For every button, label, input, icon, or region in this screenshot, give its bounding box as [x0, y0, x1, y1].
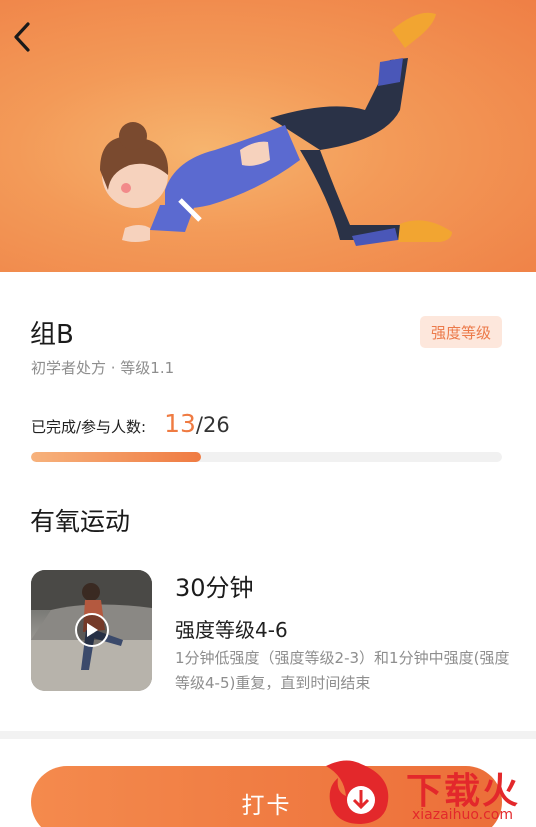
hero-banner — [0, 0, 536, 272]
watermark-url: xiazaihuo.com — [412, 807, 513, 823]
section-divider — [0, 731, 536, 739]
progress-bar-fill — [31, 452, 201, 462]
progress-label: 已完成/参与人数: — [31, 418, 147, 436]
back-button[interactable] — [6, 18, 40, 58]
watermark-logo — [326, 760, 389, 824]
participant-count: 26 — [203, 413, 230, 437]
progress-bar — [31, 452, 502, 462]
exercise-intensity: 强度等级4-6 — [175, 618, 288, 642]
exercise-duration: 30分钟 — [175, 574, 254, 602]
play-button[interactable] — [75, 613, 109, 647]
count-separator: / — [195, 413, 203, 437]
chevron-left-icon — [14, 22, 30, 52]
participation-progress: 已完成/参与人数: 13 / 26 — [31, 409, 230, 443]
play-icon — [87, 623, 98, 637]
plan-title: 组B — [30, 320, 74, 350]
watermark: 下载火 xiazaihuo.com — [316, 756, 536, 827]
section-title: 有氧运动 — [30, 507, 131, 536]
plan-subtitle: 初学者处方 · 等级1.1 — [31, 359, 175, 377]
exercise-illustration — [100, 12, 452, 246]
exercise-description: 1分钟低强度（强度等级2-3）和1分钟中强度(强度等级4-5)重复，直到时间结束 — [175, 649, 510, 692]
completed-count: 13 — [164, 409, 196, 438]
intensity-level-badge[interactable]: 强度等级 — [420, 316, 502, 348]
